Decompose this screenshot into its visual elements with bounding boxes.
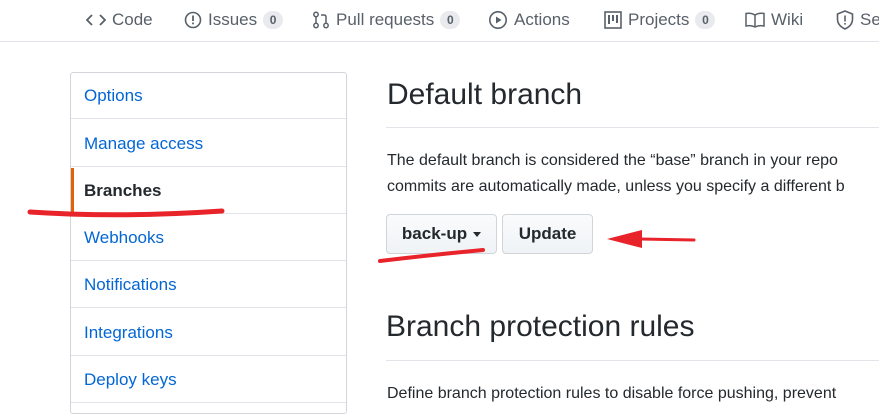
branch-select-button[interactable]: back-up xyxy=(386,214,497,254)
branch-select-label: back-up xyxy=(401,224,468,243)
issue-icon xyxy=(184,11,202,29)
tab-projects-label: Projects xyxy=(628,10,690,29)
tab-pull-requests[interactable]: Pull requests 0 xyxy=(312,0,461,40)
book-icon xyxy=(745,12,765,28)
sidebar-item-webhooks[interactable]: Webhooks xyxy=(71,215,346,261)
sidebar-item-label: Integrations xyxy=(84,322,173,342)
project-icon xyxy=(604,11,622,29)
default-branch-description-line1: The default branch is considered the “ba… xyxy=(387,152,838,169)
tab-code-label: Code xyxy=(112,10,153,29)
sidebar-item-label: Webhooks xyxy=(84,227,165,247)
update-button-label: Update xyxy=(518,224,577,243)
sidebar-item-integrations[interactable]: Integrations xyxy=(71,310,346,356)
code-icon xyxy=(86,12,106,28)
arrow-annotation xyxy=(638,237,696,242)
pull-requests-counter: 0 xyxy=(440,11,461,29)
sidebar-item-label: Branches xyxy=(84,180,162,200)
settings-sidebar: Options Manage access Branches Webhooks … xyxy=(70,72,347,414)
sidebar-item-label: Manage access xyxy=(84,133,204,153)
default-branch-description-line2: commits are automatically made, unless y… xyxy=(387,178,845,195)
sidebar-item-deploy-keys[interactable]: Deploy keys xyxy=(71,357,346,403)
projects-counter: 0 xyxy=(695,11,716,29)
sidebar-item-manage-access[interactable]: Manage access xyxy=(71,121,346,167)
tab-code[interactable]: Code xyxy=(86,0,153,40)
chevron-down-icon xyxy=(473,231,482,237)
sidebar-item-branches[interactable]: Branches xyxy=(71,168,346,214)
tab-issues-label: Issues xyxy=(208,10,258,29)
tab-security[interactable]: Se xyxy=(836,0,879,40)
tab-wiki-label: Wiki xyxy=(771,10,804,29)
sidebar-item-options[interactable]: Options xyxy=(71,73,346,119)
sidebar-item-label: Notifications xyxy=(84,274,177,294)
shield-icon xyxy=(836,10,854,30)
sidebar-item-label: Options xyxy=(84,85,143,105)
update-button[interactable]: Update xyxy=(502,214,593,254)
default-branch-heading: Default branch xyxy=(387,78,583,111)
arrow-head-annotation xyxy=(607,230,642,248)
tab-security-label: Se xyxy=(860,10,879,29)
tab-wiki[interactable]: Wiki xyxy=(745,0,803,40)
selected-indicator xyxy=(71,168,74,214)
tab-actions-label: Actions xyxy=(514,10,570,29)
tab-projects[interactable]: Projects 0 xyxy=(604,0,716,40)
tab-pull-requests-label: Pull requests xyxy=(336,10,435,29)
pull-request-icon xyxy=(312,11,330,29)
branch-protection-description: Define branch protection rules to disabl… xyxy=(387,385,837,402)
divider xyxy=(386,360,879,361)
tab-actions[interactable]: Actions xyxy=(488,0,570,40)
branch-protection-heading: Branch protection rules xyxy=(386,310,695,343)
tab-issues[interactable]: Issues 0 xyxy=(184,0,284,40)
divider xyxy=(386,127,879,128)
play-icon xyxy=(488,10,508,30)
issues-counter: 0 xyxy=(263,11,284,29)
sidebar-item-notifications[interactable]: Notifications xyxy=(71,262,346,308)
sidebar-item-label: Deploy keys xyxy=(84,369,177,389)
repo-nav: Code Issues 0 Pull requests 0 Actions Pr… xyxy=(0,0,879,42)
